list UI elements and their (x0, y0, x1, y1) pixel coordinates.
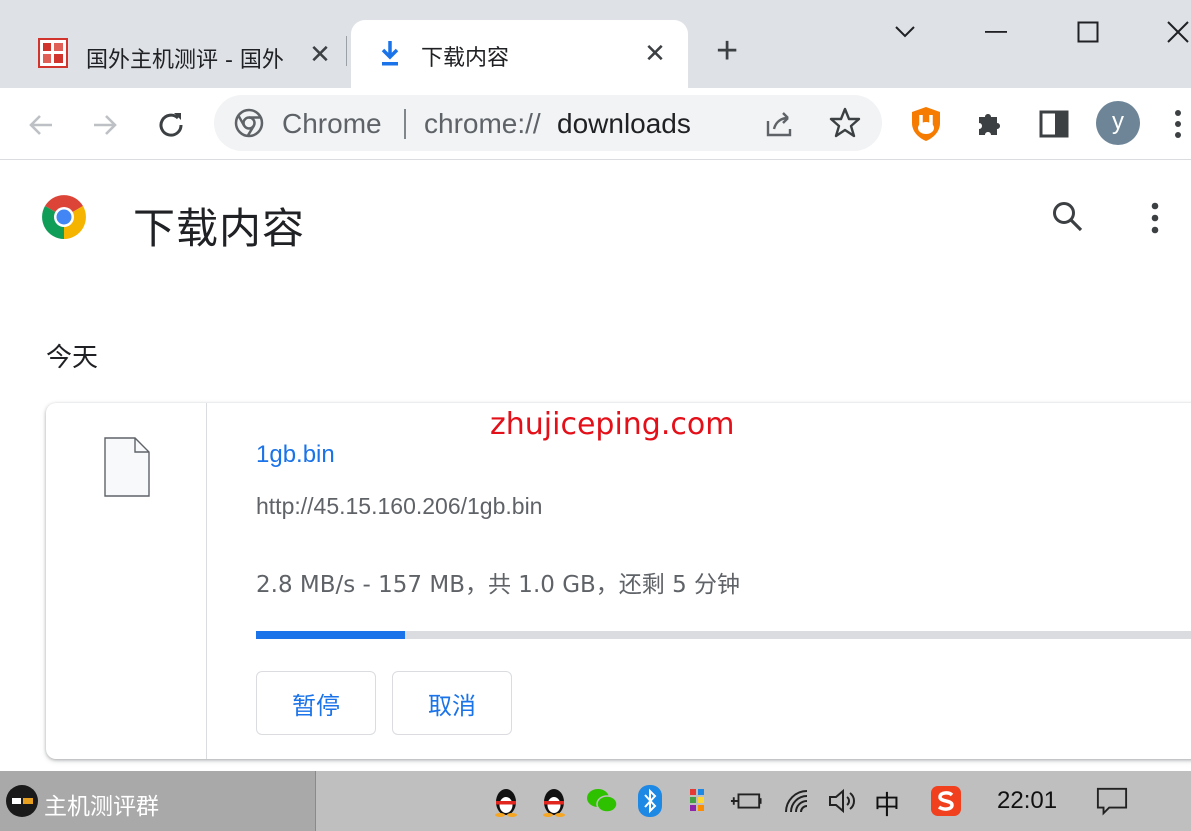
profile-initial: y (1112, 108, 1124, 135)
progress-bar (256, 631, 1191, 639)
cancel-button[interactable]: 取消 (392, 671, 512, 735)
pause-button[interactable]: 暂停 (256, 671, 376, 735)
clock-time[interactable]: 22:01 (997, 787, 1057, 815)
tab-guowai-zhuji[interactable]: 国外主机测评 - 国外 ✕ (18, 22, 344, 84)
taskbar: 主机测评群 中 22:01 (0, 771, 1191, 831)
download-item-card: 1gb.bin http://45.15.160.206/1gb.bin 2.8… (46, 403, 1191, 759)
date-group-label: 今天 (46, 343, 99, 373)
battery-plug-icon[interactable] (730, 785, 762, 817)
page-title: 下载内容 (133, 204, 306, 253)
wechat-icon[interactable] (586, 785, 618, 817)
more-options-icon[interactable] (1150, 201, 1166, 235)
maximize-icon[interactable] (1068, 12, 1108, 52)
close-window-icon[interactable] (1158, 12, 1191, 52)
download-icon (377, 38, 403, 68)
omnibox[interactable]: Chrome chrome:// downloads (214, 95, 882, 151)
extension-shield-icon[interactable] (906, 104, 946, 144)
bluetooth-icon[interactable] (634, 785, 666, 817)
wifi-icon[interactable] (782, 785, 814, 817)
progress-fill (256, 631, 405, 639)
side-panel-icon[interactable] (1034, 104, 1074, 144)
watermark: zhujiceping.com (490, 407, 735, 442)
tab-strip: 国外主机测评 - 国外 ✕ 下载内容 ✕ + (0, 0, 1191, 88)
url-scheme: chrome:// (424, 108, 541, 139)
tab-search-chevron-icon[interactable] (885, 12, 925, 52)
file-name-link[interactable]: 1gb.bin (256, 441, 335, 469)
tab-title: 下载内容 (421, 46, 510, 71)
download-status: 2.8 MB/s - 157 MB，共 1.0 GB，还剩 5 分钟 (256, 572, 741, 598)
notification-center-icon[interactable] (1096, 785, 1128, 817)
taskbar-app-button[interactable]: 主机测评群 (0, 771, 316, 831)
card-divider (206, 403, 207, 759)
chrome-color-logo-icon (40, 193, 88, 241)
taskbar-app-label: 主机测评群 (44, 794, 159, 820)
browser-toolbar: Chrome chrome:// downloads y (0, 88, 1191, 160)
tab-close-icon[interactable]: ✕ (306, 40, 334, 68)
tab-separator (346, 36, 347, 66)
sogou-input-icon[interactable] (930, 785, 962, 817)
back-arrow-icon[interactable] (22, 106, 60, 144)
file-url[interactable]: http://45.15.160.206/1gb.bin (256, 493, 542, 520)
profile-avatar[interactable]: y (1096, 101, 1140, 145)
tab-title: 国外主机测评 - 国外 (86, 48, 284, 73)
volume-icon[interactable] (826, 785, 858, 817)
reload-icon[interactable] (151, 105, 191, 145)
chrome-menu-icon[interactable] (1168, 104, 1188, 144)
tab-downloads[interactable]: 下载内容 ✕ (351, 20, 688, 88)
bookmark-star-icon[interactable] (828, 106, 864, 142)
forward-arrow-icon[interactable] (86, 106, 124, 144)
qq-penguin-icon[interactable] (538, 785, 570, 817)
share-icon[interactable] (764, 107, 798, 141)
file-icon (104, 437, 150, 497)
chrome-logo-icon (234, 108, 264, 138)
url-path: downloads (557, 108, 691, 139)
ime-indicator[interactable]: 中 (874, 785, 900, 822)
minimize-icon[interactable] (976, 12, 1016, 52)
downloads-page: 下载内容 今天 1gb.bin http://45.15.160.206/1gb… (0, 161, 1191, 771)
site-favicon-icon (38, 38, 68, 68)
tab-close-icon[interactable]: ✕ (641, 39, 669, 67)
omnibox-chip: Chrome (282, 108, 382, 139)
qq-penguin-icon[interactable] (490, 785, 522, 817)
omnibox-separator (404, 109, 406, 139)
color-grid-icon[interactable] (682, 785, 714, 817)
extensions-puzzle-icon[interactable] (970, 104, 1010, 144)
app-logo-icon (6, 785, 38, 817)
search-icon[interactable] (1050, 199, 1090, 239)
new-tab-button[interactable]: + (716, 32, 738, 70)
